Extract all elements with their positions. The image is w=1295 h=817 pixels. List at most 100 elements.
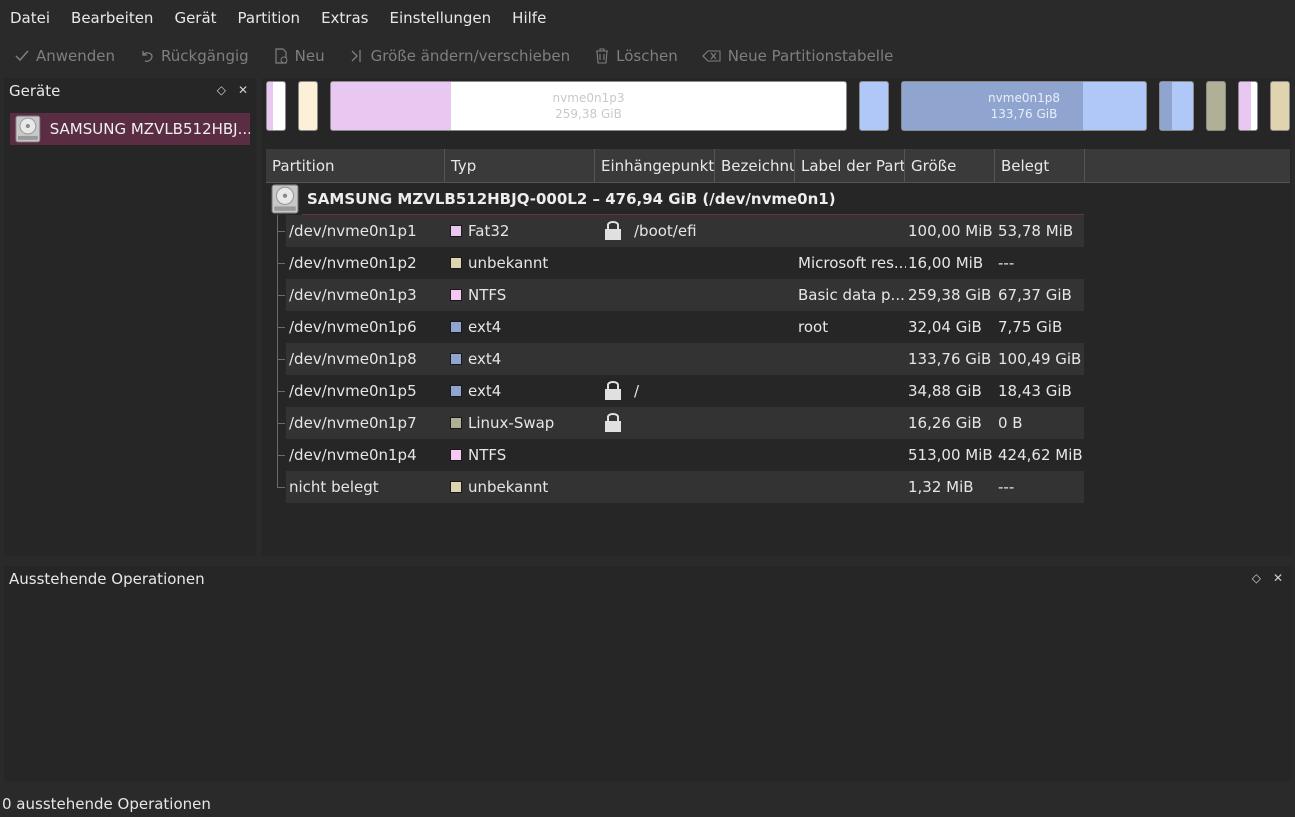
close-icon[interactable]: ✕ (1273, 571, 1283, 585)
close-icon[interactable]: ✕ (238, 83, 248, 97)
table-row[interactable]: /dev/nvme0n1p2 unbekannt Microsoft res... 1… (266, 247, 1290, 279)
partition-bar-p8-name: nvme0n1p8 (988, 91, 1060, 105)
type-color-swatch (450, 321, 462, 333)
new-partition-table-button[interactable]: Neue Partitionstabelle (701, 47, 894, 65)
device-row[interactable]: SAMSUNG MZVLB512HBJQ-000L2 – 476,94 GiB … (266, 183, 1290, 215)
delete-button[interactable]: Löschen (594, 47, 678, 65)
cell-used: 53,78 MiB (998, 222, 1074, 240)
type-color-swatch (450, 417, 462, 429)
checkmark-icon (15, 50, 29, 62)
cell-label (721, 215, 797, 247)
type-color-swatch (450, 257, 462, 269)
hard-disk-icon (15, 115, 41, 143)
cell-size: 100,00 MiB (908, 222, 993, 240)
cell-type: NTFS (450, 439, 600, 471)
cell-label (721, 407, 797, 439)
cell-used: 0 B (998, 414, 1023, 432)
cell-partition: /dev/nvme0n1p4 (289, 446, 417, 464)
new-button[interactable]: Neu (273, 47, 325, 65)
status-bar: 0 ausstehende Operationen (2, 795, 211, 813)
cell-size: 259,38 GiB (908, 286, 992, 304)
cell-used: 100,49 GiB (998, 350, 1082, 368)
table-row[interactable]: /dev/nvme0n1p6 ext4 root 32,04 GiB 7,75 GiB (266, 311, 1290, 343)
cell-type: ext4 (450, 311, 600, 343)
partition-bar-p2[interactable] (298, 81, 318, 131)
cell-size: 32,04 GiB (908, 318, 982, 336)
partition-bar-p4[interactable] (1238, 81, 1258, 131)
menu-einstellungen[interactable]: Einstellungen (389, 9, 491, 27)
devices-panel-controls: ◇ ✕ (217, 83, 248, 97)
toolbar: Anwenden Rückgängig Neu Größe ändern/ver… (0, 38, 1295, 74)
menu-geraet[interactable]: Gerät (174, 9, 216, 27)
partition-bar-p3[interactable]: nvme0n1p3 259,38 GiB (330, 81, 847, 131)
table-row[interactable]: /dev/nvme0n1p4 NTFS 513,00 MiB 424,62 MiB (266, 439, 1290, 471)
menu-extras[interactable]: Extras (321, 9, 368, 27)
partition-bar-unallocated[interactable] (1270, 81, 1290, 131)
cell-used: 18,43 GiB (998, 382, 1072, 400)
partition-bar-p8[interactable]: nvme0n1p8 133,76 GiB (901, 81, 1147, 131)
partition-view: nvme0n1p3 259,38 GiB nvme0n1p8 133,76 Gi… (262, 78, 1291, 556)
menu-bearbeiten[interactable]: Bearbeiten (71, 9, 153, 27)
cell-partition-label (798, 343, 906, 375)
apply-button[interactable]: Anwenden (14, 47, 115, 65)
cell-used: --- (998, 254, 1015, 272)
column-partition[interactable]: Partition (266, 149, 445, 183)
new-table-label: Neue Partitionstabelle (727, 47, 894, 65)
float-icon[interactable]: ◇ (1252, 571, 1261, 585)
cell-partition-label: Microsoft res... (798, 254, 906, 272)
cell-used: --- (998, 478, 1015, 496)
cell-mount: / (604, 375, 724, 407)
lock-icon (605, 413, 621, 432)
column-used[interactable]: Belegt (995, 149, 1085, 183)
table-row[interactable]: /dev/nvme0n1p5 ext4 / 34,88 GiB 18,43 GiB (266, 375, 1290, 407)
cell-partition-label: root (798, 318, 829, 336)
cell-label (721, 343, 797, 375)
cell-type: Fat32 (450, 215, 600, 247)
resize-button[interactable]: Größe ändern/verschieben (349, 47, 571, 65)
menu-partition[interactable]: Partition (238, 9, 301, 27)
cell-type: NTFS (450, 279, 600, 311)
cell-used: 67,37 GiB (998, 286, 1072, 304)
table-row[interactable]: /dev/nvme0n1p8 ext4 133,76 GiB 100,49 GiB (266, 343, 1290, 375)
partition-bar-p1[interactable] (266, 81, 286, 131)
device-row-label: SAMSUNG MZVLB512HBJQ-000L2 – 476,94 GiB … (307, 190, 836, 208)
cell-mount (604, 407, 724, 439)
cell-type: unbekannt (450, 247, 600, 279)
hard-disk-icon (271, 184, 299, 214)
table-row[interactable]: /dev/nvme0n1p3 NTFS Basic data p... 259,38 … (266, 279, 1290, 311)
column-partition-label[interactable]: Label der Part (795, 149, 905, 183)
cell-label (721, 311, 797, 343)
apply-label: Anwenden (36, 47, 116, 65)
cell-label (721, 279, 797, 311)
column-mountpoint[interactable]: Einhängepunkt (595, 149, 715, 183)
float-icon[interactable]: ◇ (217, 83, 226, 97)
column-type[interactable]: Typ (445, 149, 595, 183)
type-color-swatch (450, 353, 462, 365)
cell-size: 133,76 GiB (908, 350, 992, 368)
partition-bar-p7[interactable] (1206, 81, 1226, 131)
resize-label: Größe ändern/verschieben (370, 47, 571, 65)
cell-mount (604, 343, 724, 375)
delete-label: Löschen (616, 47, 678, 65)
table-row[interactable]: /dev/nvme0n1p7 Linux-Swap 16,26 GiB 0 B (266, 407, 1290, 439)
cell-mount (604, 439, 724, 471)
undo-button[interactable]: Rückgängig (139, 47, 249, 65)
partition-bar-p5[interactable] (1159, 81, 1194, 131)
column-label[interactable]: Bezeichnu (715, 149, 795, 183)
menu-hilfe[interactable]: Hilfe (512, 9, 546, 27)
cell-type: Linux-Swap (450, 407, 600, 439)
table-row[interactable]: /dev/nvme0n1p1 Fat32/boot/efi 100,00 MiB 53… (266, 215, 1290, 247)
cell-partition: /dev/nvme0n1p1 (289, 222, 417, 240)
device-item-nvme0n1[interactable]: SAMSUNG MZVLB512HBJ... (10, 113, 250, 145)
partition-bar-p3-size: 259,38 GiB (555, 107, 622, 121)
column-size[interactable]: Größe (905, 149, 995, 183)
cell-partition-label (798, 439, 906, 471)
devices-panel: Geräte ◇ ✕ SAMSUNG MZVLB512HBJ... (4, 78, 256, 556)
undo-icon (142, 51, 153, 62)
table-row[interactable]: nicht belegt unbekannt 1,32 MiB --- (266, 471, 1290, 503)
pending-panel-title: Ausstehende Operationen (9, 570, 205, 588)
menu-datei[interactable]: Datei (10, 9, 50, 27)
cell-mount: /boot/efi (604, 215, 724, 247)
cell-used: 424,62 MiB (998, 446, 1083, 464)
partition-bar-p6[interactable] (859, 81, 889, 131)
